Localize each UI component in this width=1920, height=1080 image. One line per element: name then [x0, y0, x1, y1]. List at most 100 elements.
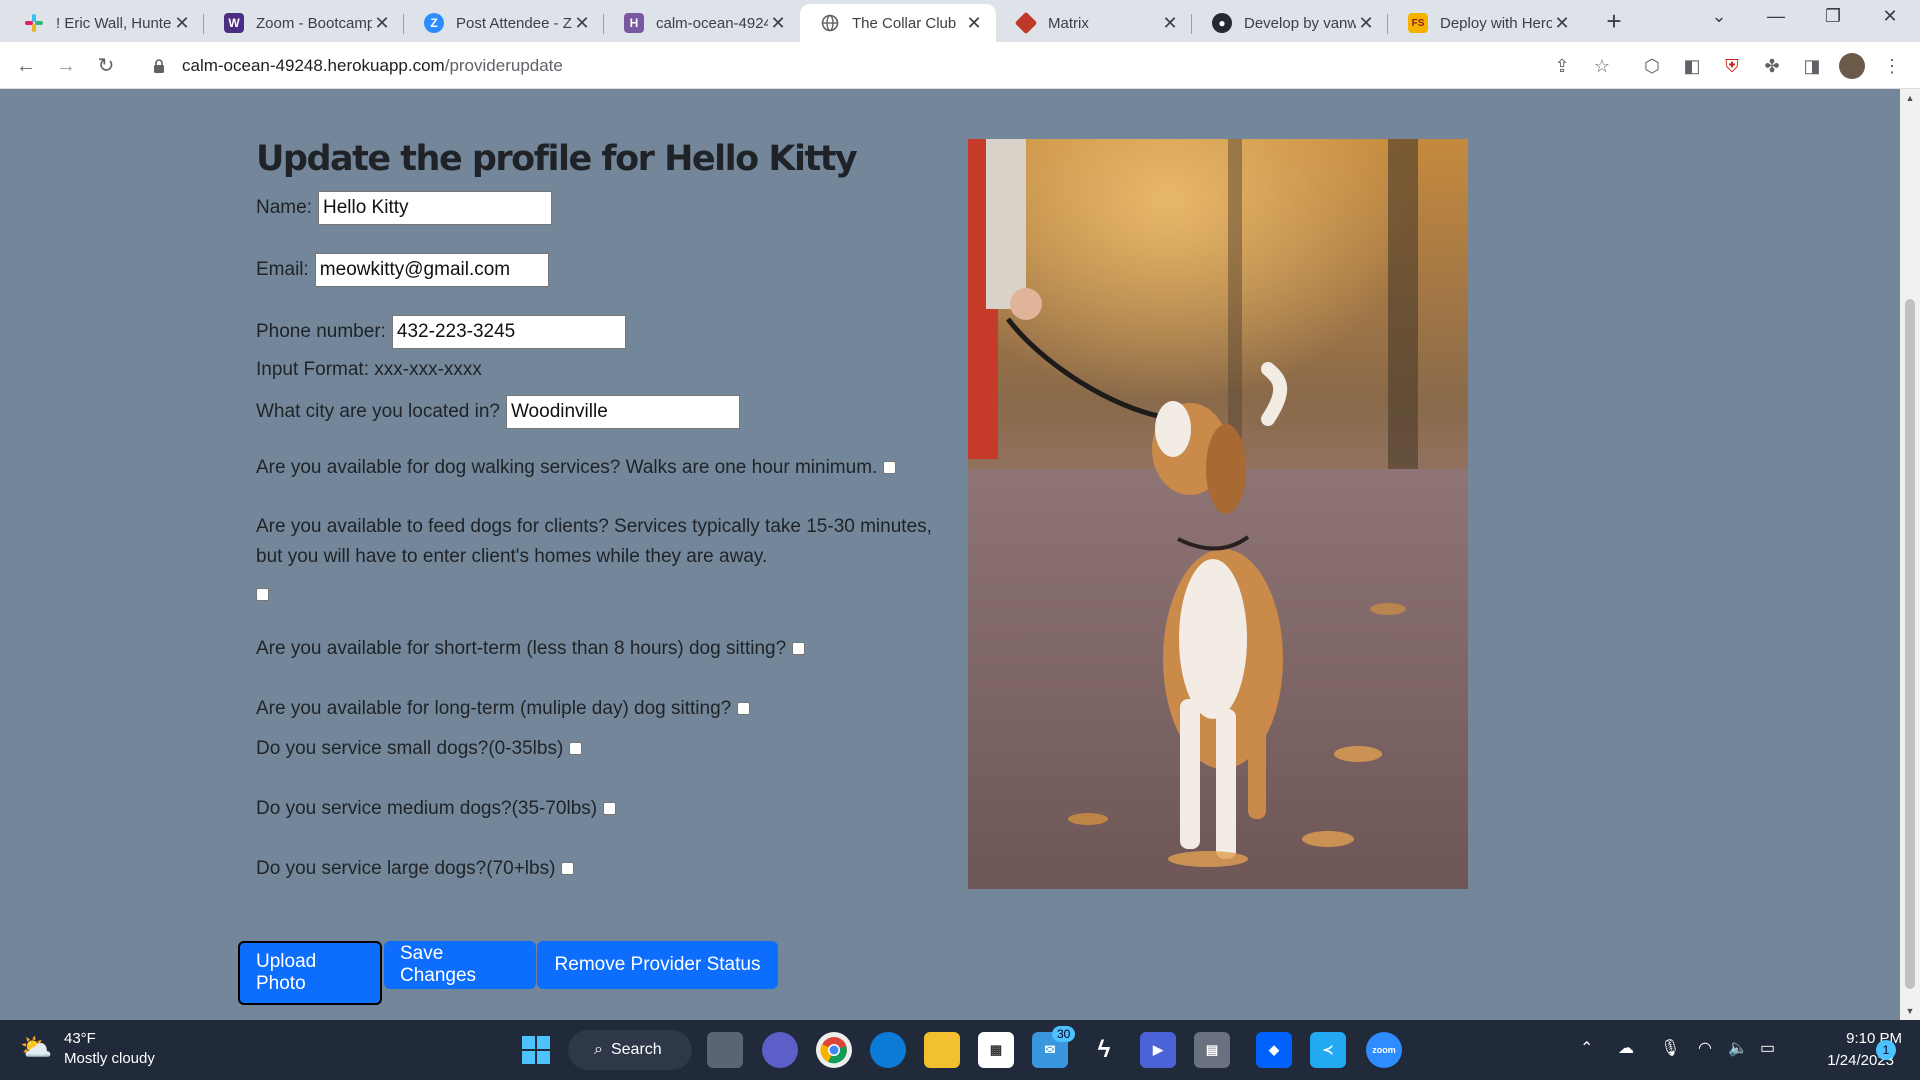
tab-github[interactable]: ● Develop by vanw ✕: [1192, 4, 1388, 42]
close-tab-icon[interactable]: ✕: [572, 13, 592, 34]
scroll-down-icon[interactable]: ▼: [1900, 1006, 1920, 1016]
close-tab-icon[interactable]: ✕: [172, 13, 192, 34]
email-input[interactable]: [314, 253, 549, 287]
battery-icon[interactable]: ▭: [1760, 1038, 1775, 1058]
page-scrollbar[interactable]: ▲ ▼: [1900, 89, 1920, 1020]
long-term-label: Are you available for long-term (muliple…: [256, 698, 732, 719]
medium-dogs-question: Do you service medium dogs?(35-70lbs): [256, 794, 936, 824]
feeding-checkbox[interactable]: [256, 588, 269, 602]
fs-icon: FS: [1408, 13, 1428, 33]
edge-icon[interactable]: [870, 1032, 906, 1068]
taskbar-search-box[interactable]: ⌕ Search: [568, 1030, 692, 1070]
upload-photo-button[interactable]: Upload Photo: [238, 941, 382, 1005]
walking-question: Are you available for dog walking servic…: [256, 453, 936, 483]
search-icon: ⌕: [594, 1041, 603, 1058]
phone-input[interactable]: [391, 315, 626, 349]
weather-cloud-icon[interactable]: ⛅: [20, 1032, 52, 1063]
url-host: calm-ocean-49248.herokuapp.com: [182, 56, 445, 75]
small-dogs-checkbox[interactable]: [569, 742, 583, 756]
pluralsight-icon[interactable]: ϟ: [1086, 1032, 1122, 1068]
medium-dogs-label: Do you service medium dogs?(35-70lbs): [256, 798, 598, 819]
zoom-icon[interactable]: zoom: [1366, 1032, 1402, 1068]
weather-temperature[interactable]: 43°F: [64, 1030, 96, 1047]
dropbox-icon[interactable]: ◆: [1256, 1032, 1292, 1068]
ublock-shield-icon[interactable]: ⛨: [1718, 52, 1746, 80]
close-tab-icon[interactable]: ✕: [1160, 13, 1180, 34]
share-icon[interactable]: ⇪: [1548, 52, 1576, 80]
short-term-label: Are you available for short-term (less t…: [256, 638, 787, 659]
restore-button[interactable]: ❐: [1813, 6, 1853, 27]
vscode-icon[interactable]: ≺: [1310, 1032, 1346, 1068]
phone-format-hint: Input Format: xxx-xxx-xxxx: [256, 359, 482, 380]
close-tab-icon[interactable]: ✕: [964, 13, 984, 34]
large-dogs-checkbox[interactable]: [561, 862, 575, 876]
page-viewport: Update the profile for Hello Kitty Name:…: [0, 89, 1900, 1020]
onedrive-cloud-icon[interactable]: ☁: [1618, 1038, 1634, 1058]
remove-provider-status-button[interactable]: Remove Provider Status: [537, 941, 778, 989]
tab-title: Deploy with Hero: [1440, 14, 1552, 32]
name-row: Name:: [256, 191, 936, 225]
provider-update-form: Update the profile for Hello Kitty Name:…: [256, 139, 936, 884]
save-changes-button[interactable]: Save Changes: [384, 941, 536, 989]
close-window-button[interactable]: ✕: [1870, 6, 1910, 27]
city-input[interactable]: [505, 395, 740, 429]
tab-collar-club[interactable]: The Collar Club ✕: [800, 4, 996, 42]
file-explorer-icon[interactable]: [924, 1032, 960, 1068]
large-dogs-label: Do you service large dogs?(70+lbs): [256, 858, 556, 879]
name-input[interactable]: [317, 191, 552, 225]
microsoft-store-icon[interactable]: ▦: [978, 1032, 1014, 1068]
phone-row: Phone number:: [256, 315, 936, 349]
wifi-icon[interactable]: ◠: [1698, 1038, 1712, 1058]
short-term-checkbox[interactable]: [792, 642, 806, 656]
tab-matrix[interactable]: Matrix ✕: [996, 4, 1192, 42]
tab-search-chevron-icon[interactable]: ⌄: [1699, 6, 1739, 27]
tab-title: calm-ocean-4924: [656, 14, 768, 32]
long-term-checkbox[interactable]: [737, 702, 751, 716]
tab-slack[interactable]: ! Eric Wall, Hunter ✕: [4, 4, 204, 42]
search-label: Search: [610, 1041, 662, 1058]
address-bar[interactable]: calm-ocean-49248.herokuapp.com/provideru…: [138, 48, 1614, 84]
name-label: Name:: [256, 197, 312, 218]
tab-post-attendee[interactable]: Z Post Attendee - Z ✕: [404, 4, 604, 42]
short-term-question: Are you available for short-term (less t…: [256, 634, 936, 664]
scroll-up-icon[interactable]: ▲: [1900, 93, 1920, 103]
back-button[interactable]: ←: [12, 52, 40, 80]
kebab-menu-icon[interactable]: ⋮: [1878, 52, 1906, 80]
small-dogs-question: Do you service small dogs?(0-35lbs): [256, 734, 936, 764]
weather-condition[interactable]: Mostly cloudy: [64, 1050, 155, 1067]
chrome-icon[interactable]: [816, 1032, 852, 1068]
extension-puzzle-gray-icon[interactable]: ◧: [1678, 52, 1706, 80]
task-view-icon[interactable]: [707, 1032, 743, 1068]
volume-icon[interactable]: 🔈: [1728, 1038, 1748, 1058]
close-tab-icon[interactable]: ✕: [1552, 13, 1572, 34]
start-button[interactable]: [518, 1032, 554, 1068]
show-hidden-icons-chevron[interactable]: ⌃: [1580, 1038, 1593, 1058]
city-label: What city are you located in?: [256, 401, 500, 422]
minimize-button[interactable]: —: [1756, 6, 1796, 27]
microphone-icon[interactable]: 🎙: [1660, 1038, 1680, 1058]
tab-zoom-bootcamp[interactable]: W Zoom - Bootcamp ✕: [204, 4, 404, 42]
close-tab-icon[interactable]: ✕: [372, 13, 392, 34]
calculator-icon[interactable]: ▤: [1194, 1032, 1230, 1068]
forward-button[interactable]: →: [52, 52, 80, 80]
profile-avatar[interactable]: [1838, 52, 1866, 80]
close-tab-icon[interactable]: ✕: [768, 13, 788, 34]
close-tab-icon[interactable]: ✕: [1356, 13, 1376, 34]
notification-badge[interactable]: 1: [1876, 1040, 1896, 1060]
medium-dogs-checkbox[interactable]: [603, 802, 617, 816]
zoom-icon: Z: [424, 13, 444, 33]
extensions-puzzle-icon[interactable]: ✤: [1758, 52, 1786, 80]
walking-checkbox[interactable]: [883, 461, 897, 475]
scrollbar-thumb[interactable]: [1905, 299, 1915, 989]
tab-calm-ocean[interactable]: H calm-ocean-4924 ✕: [604, 4, 800, 42]
power-automate-icon[interactable]: ▶: [1140, 1032, 1176, 1068]
side-panel-icon[interactable]: ◨: [1798, 52, 1826, 80]
w-logo-icon: W: [224, 13, 244, 33]
reload-button[interactable]: ↻: [92, 52, 120, 80]
url-path: /providerupdate: [444, 56, 563, 75]
teams-chat-icon[interactable]: [762, 1032, 798, 1068]
new-tab-button[interactable]: +: [1598, 6, 1630, 37]
bookmark-star-icon[interactable]: ☆: [1588, 52, 1616, 80]
extension-cube-icon[interactable]: ⬡: [1638, 52, 1666, 80]
tab-deploy-heroku[interactable]: FS Deploy with Hero ✕: [1388, 4, 1584, 42]
